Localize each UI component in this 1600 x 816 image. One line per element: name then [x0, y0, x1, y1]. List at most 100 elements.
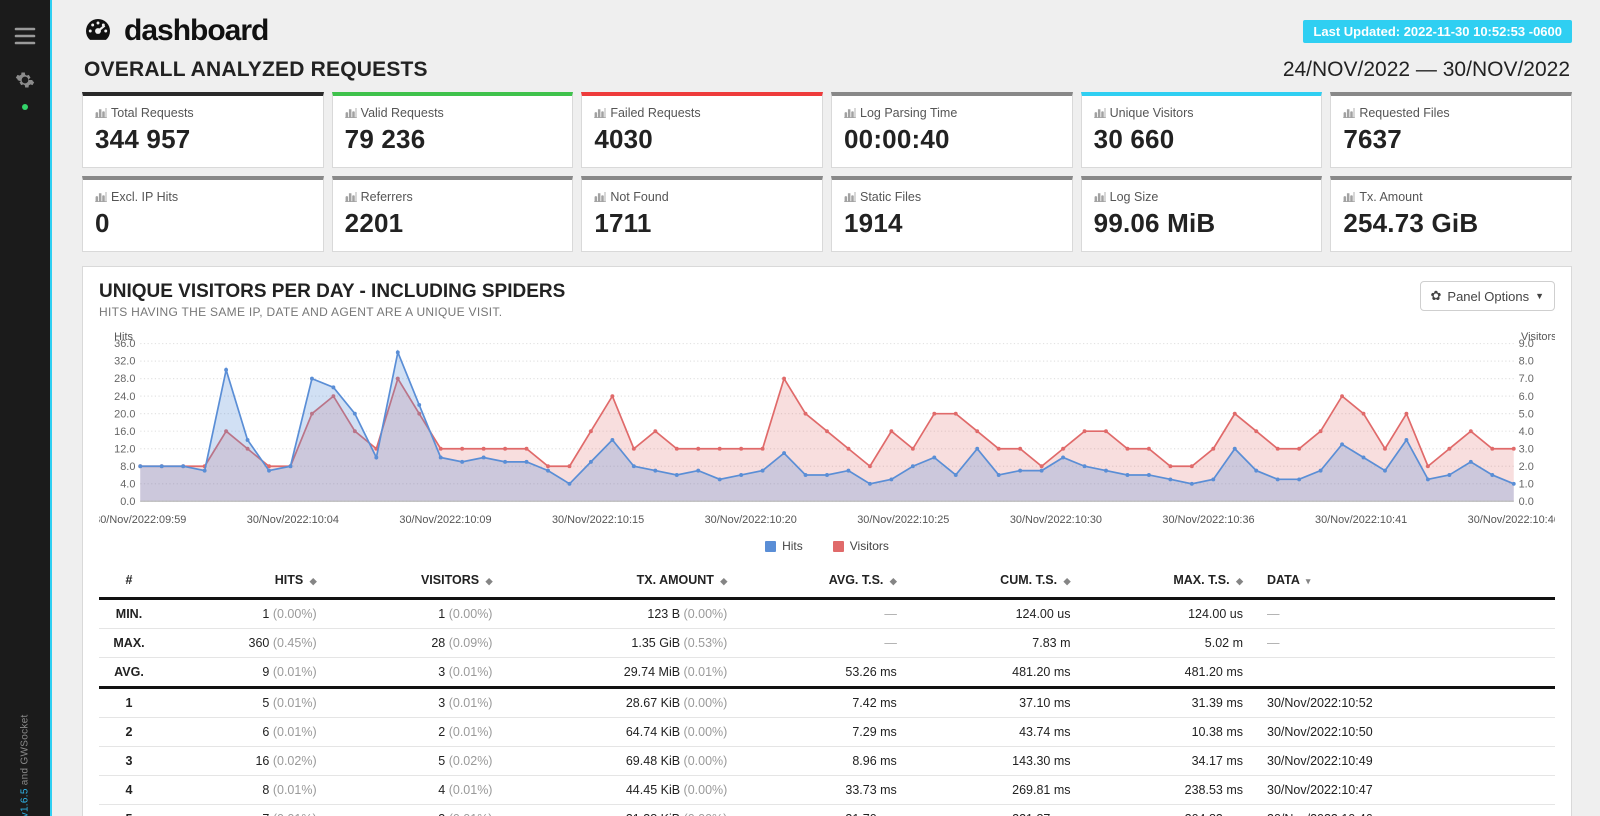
table-row[interactable]: 57 (0.01%)3 (0.01%)31.38 KiB (0.00%)31.7… — [99, 805, 1555, 816]
metric-label: Valid Requests — [345, 106, 561, 120]
svg-text:2.0: 2.0 — [1519, 461, 1534, 473]
metric-card: Requested Files 7637 — [1330, 92, 1572, 168]
hamburger-icon[interactable] — [11, 22, 39, 50]
svg-text:30/Nov/2022:09:59: 30/Nov/2022:09:59 — [99, 514, 186, 526]
metric-card: Not Found 1711 — [581, 176, 823, 252]
metric-value: 79 236 — [345, 124, 561, 155]
table-summary-row: MIN.1 (0.00%)1 (0.00%)123 B (0.00%)—124.… — [99, 599, 1555, 629]
svg-text:20.0: 20.0 — [114, 408, 135, 420]
version-link[interactable]: v1.6.5 — [20, 788, 31, 816]
svg-text:4.0: 4.0 — [1519, 426, 1534, 438]
svg-text:30/Nov/2022:10:30: 30/Nov/2022:10:30 — [1010, 514, 1102, 526]
main-content: dashboard Last Updated: 2022-11-30 10:52… — [54, 0, 1600, 816]
metric-card: Log Size 99.06 MiB — [1081, 176, 1323, 252]
svg-text:0.0: 0.0 — [1519, 496, 1534, 508]
gear-icon: ✿ — [1431, 288, 1442, 304]
panel-title: UNIQUE VISITORS PER DAY - INCLUDING SPID… — [99, 281, 565, 303]
svg-text:7.0: 7.0 — [1519, 373, 1534, 385]
metric-card: Tx. Amount 254.73 GiB — [1330, 176, 1572, 252]
svg-text:1.0: 1.0 — [1519, 478, 1534, 490]
metric-value: 254.73 GiB — [1343, 208, 1559, 239]
metric-label: Requested Files — [1343, 106, 1559, 120]
metric-label: Log Parsing Time — [844, 106, 1060, 120]
last-updated-badge: Last Updated: 2022-11-30 10:52:53 -0600 — [1303, 20, 1572, 43]
metric-label: Unique Visitors — [1094, 106, 1310, 120]
metric-card: Excl. IP Hits 0 — [82, 176, 324, 252]
metric-value: 344 957 — [95, 124, 311, 155]
metric-label: Not Found — [594, 190, 810, 204]
svg-text:4.0: 4.0 — [120, 478, 135, 490]
svg-text:28.0: 28.0 — [114, 373, 135, 385]
panel-subtitle: HITS HAVING THE SAME IP, DATE AND AGENT … — [99, 305, 565, 319]
metric-label: Log Size — [1094, 190, 1310, 204]
svg-text:8.0: 8.0 — [1519, 356, 1534, 368]
visitors-table: #HITS ◆VISITORS ◆TX. AMOUNT ◆AVG. T.S. ◆… — [99, 565, 1555, 816]
svg-text:30/Nov/2022:10:25: 30/Nov/2022:10:25 — [857, 514, 949, 526]
metric-card: Unique Visitors 30 660 — [1081, 92, 1323, 168]
panel-options-button[interactable]: ✿ Panel Options ▼ — [1420, 281, 1556, 311]
metric-value: 00:00:40 — [844, 124, 1060, 155]
metric-value: 99.06 MiB — [1094, 208, 1310, 239]
metric-card: Valid Requests 79 236 — [332, 92, 574, 168]
metric-label: Tx. Amount — [1343, 190, 1559, 204]
overview-title: OVERALL ANALYZED REQUESTS — [84, 58, 428, 82]
svg-text:30/Nov/2022:10:20: 30/Nov/2022:10:20 — [705, 514, 797, 526]
table-header[interactable]: TX. AMOUNT ◆ — [504, 565, 739, 599]
metric-label: Failed Requests — [594, 106, 810, 120]
brand-title: dashboard — [124, 14, 268, 48]
table-row[interactable]: 48 (0.01%)4 (0.01%)44.45 KiB (0.00%)33.7… — [99, 776, 1555, 805]
svg-text:6.0: 6.0 — [1519, 391, 1534, 403]
metric-value: 2201 — [345, 208, 561, 239]
svg-text:32.0: 32.0 — [114, 356, 135, 368]
date-range: 24/NOV/2022 — 30/NOV/2022 — [1283, 58, 1570, 82]
visitors-chart: 0.04.08.012.016.020.024.028.032.036.00.0… — [99, 329, 1555, 553]
chart-legend: Hits Visitors — [99, 539, 1555, 553]
credit-line: by GoAccess v1.6.5 and GWSocket — [20, 714, 31, 816]
metric-card: Total Requests 344 957 — [82, 92, 324, 168]
metric-value: 30 660 — [1094, 124, 1310, 155]
svg-text:30/Nov/2022:10:09: 30/Nov/2022:10:09 — [399, 514, 491, 526]
metric-label: Total Requests — [95, 106, 311, 120]
svg-text:8.0: 8.0 — [120, 461, 135, 473]
dashboard-icon — [82, 15, 114, 47]
visitors-panel: UNIQUE VISITORS PER DAY - INCLUDING SPID… — [82, 266, 1572, 816]
svg-text:30/Nov/2022:10:15: 30/Nov/2022:10:15 — [552, 514, 644, 526]
table-header[interactable]: HITS ◆ — [159, 565, 329, 599]
table-header[interactable]: DATA ▾ — [1255, 565, 1555, 599]
metric-label: Static Files — [844, 190, 1060, 204]
table-summary-row: AVG.9 (0.01%)3 (0.01%)29.74 MiB (0.01%)5… — [99, 658, 1555, 688]
metric-label: Excl. IP Hits — [95, 190, 311, 204]
table-summary-row: MAX.360 (0.45%)28 (0.09%)1.35 GiB (0.53%… — [99, 629, 1555, 658]
metrics-row-2: Excl. IP Hits 0 Referrers 2201 Not Found 1711… — [82, 176, 1572, 252]
metric-value: 0 — [95, 208, 311, 239]
table-header[interactable]: CUM. T.S. ◆ — [909, 565, 1083, 599]
metric-value: 7637 — [1343, 124, 1559, 155]
metric-label: Referrers — [345, 190, 561, 204]
svg-text:24.0: 24.0 — [114, 391, 135, 403]
table-header[interactable]: MAX. T.S. ◆ — [1083, 565, 1255, 599]
table-row[interactable]: 15 (0.01%)3 (0.01%)28.67 KiB (0.00%)7.42… — [99, 688, 1555, 718]
connection-status-dot — [22, 104, 28, 110]
sidebar: by GoAccess v1.6.5 and GWSocket — [0, 0, 52, 816]
metric-card: Failed Requests 4030 — [581, 92, 823, 168]
svg-text:5.0: 5.0 — [1519, 408, 1534, 420]
svg-text:Hits: Hits — [114, 331, 133, 343]
svg-text:30/Nov/2022:10:41: 30/Nov/2022:10:41 — [1315, 514, 1407, 526]
gear-icon[interactable] — [11, 66, 39, 94]
svg-text:16.0: 16.0 — [114, 426, 135, 438]
table-row[interactable]: 26 (0.01%)2 (0.01%)64.74 KiB (0.00%)7.29… — [99, 718, 1555, 747]
svg-text:30/Nov/2022:10:04: 30/Nov/2022:10:04 — [247, 514, 339, 526]
table-header[interactable]: AVG. T.S. ◆ — [739, 565, 908, 599]
table-header[interactable]: # — [99, 565, 159, 599]
table-row[interactable]: 316 (0.02%)5 (0.02%)69.48 KiB (0.00%)8.9… — [99, 747, 1555, 776]
metrics-row-1: Total Requests 344 957 Valid Requests 79 23… — [82, 92, 1572, 168]
header: dashboard Last Updated: 2022-11-30 10:52… — [82, 14, 1572, 48]
table-header[interactable]: VISITORS ◆ — [329, 565, 505, 599]
svg-text:Visitors: Visitors — [1521, 331, 1555, 343]
svg-text:0.0: 0.0 — [120, 496, 135, 508]
svg-text:30/Nov/2022:10:36: 30/Nov/2022:10:36 — [1162, 514, 1254, 526]
metric-value: 4030 — [594, 124, 810, 155]
caret-down-icon: ▼ — [1535, 291, 1544, 301]
metric-value: 1711 — [594, 208, 810, 239]
svg-text:12.0: 12.0 — [114, 443, 135, 455]
